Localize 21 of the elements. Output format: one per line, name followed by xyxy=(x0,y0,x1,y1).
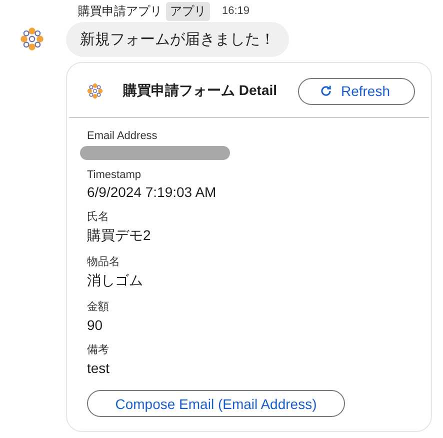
field-value: 消しゴム xyxy=(87,272,144,290)
field-label: 備考 xyxy=(87,343,110,357)
sender-name: 購買申請アプリ xyxy=(78,2,162,20)
field-label: Timestamp xyxy=(87,169,142,181)
field-value: 購買デモ2 xyxy=(87,227,152,245)
field-label: 物品名 xyxy=(87,255,121,269)
refresh-icon xyxy=(318,84,333,98)
message-time: 16:19 xyxy=(222,5,250,17)
field-value: test xyxy=(87,360,111,376)
field-label: 氏名 xyxy=(87,210,110,224)
card-title: 購買申請フォーム Detail xyxy=(123,82,278,100)
field-value: 90 xyxy=(87,317,104,333)
field-value: 6/9/2024 7:19:03 AM xyxy=(87,184,218,200)
app-badge: アプリ xyxy=(166,2,210,20)
card-logo-icon xyxy=(87,83,103,99)
app-avatar-icon xyxy=(20,27,44,51)
refresh-button[interactable]: Refresh xyxy=(298,78,415,104)
compose-email-button[interactable]: Compose Email (Email Address) xyxy=(87,390,345,417)
field-label: 金額 xyxy=(87,300,110,314)
message-bubble: 新規フォームが届きました！ xyxy=(66,22,289,57)
field-label: Email Address xyxy=(87,130,158,142)
